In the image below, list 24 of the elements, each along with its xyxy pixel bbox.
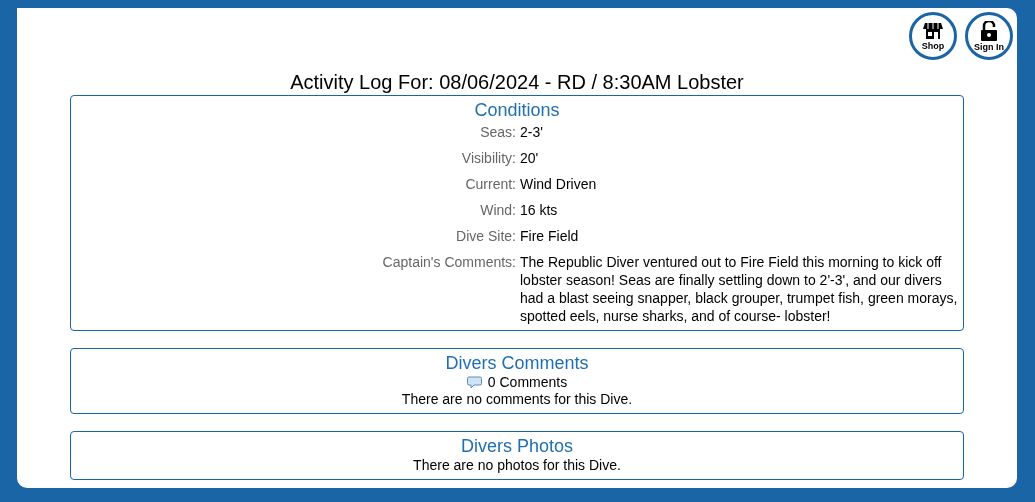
field-value: The Republic Diver ventured out to Fire Field this morning to kick off lobster season! Seas are finally settling down to 2'-3', and our divers had a blast seeing snapper, black grouper, trumpet fish, green morays, spotted eels, nurse sharks, and of course- lobster! [520, 253, 959, 325]
field-value: Fire Field [520, 227, 580, 245]
field-value: 20' [520, 149, 540, 167]
field-label: Captain's Comments: [381, 253, 516, 272]
comment-count: 0 Comments [487, 374, 568, 391]
speech-bubble-icon [466, 376, 482, 389]
section-heading: Divers Photos [459, 435, 574, 457]
empty-message: There are no comments for this Dive. [400, 391, 634, 408]
field-label: Dive Site: [455, 227, 516, 245]
sign-in-button[interactable]: Sign In [965, 12, 1013, 60]
field-label: Wind: [479, 201, 516, 219]
field-label: Visibility: [460, 149, 516, 167]
field-value: Wind Driven [520, 175, 598, 193]
field-value: 16 kts [520, 201, 559, 219]
field-label: Seas: [479, 123, 516, 141]
padlock-icon [980, 20, 998, 41]
field-label: Current: [464, 175, 516, 193]
shop-button[interactable]: Shop [909, 12, 957, 60]
field-value: 2-3' [520, 123, 544, 141]
section-heading: Conditions [473, 99, 561, 121]
storefront-icon [923, 21, 943, 40]
page-title: Activity Log For: 08/06/2024 - RD / 8:30AM Lobster [289, 71, 745, 93]
section-heading: Divers Comments [444, 352, 590, 374]
empty-message: There are no photos for this Dive. [412, 457, 622, 474]
